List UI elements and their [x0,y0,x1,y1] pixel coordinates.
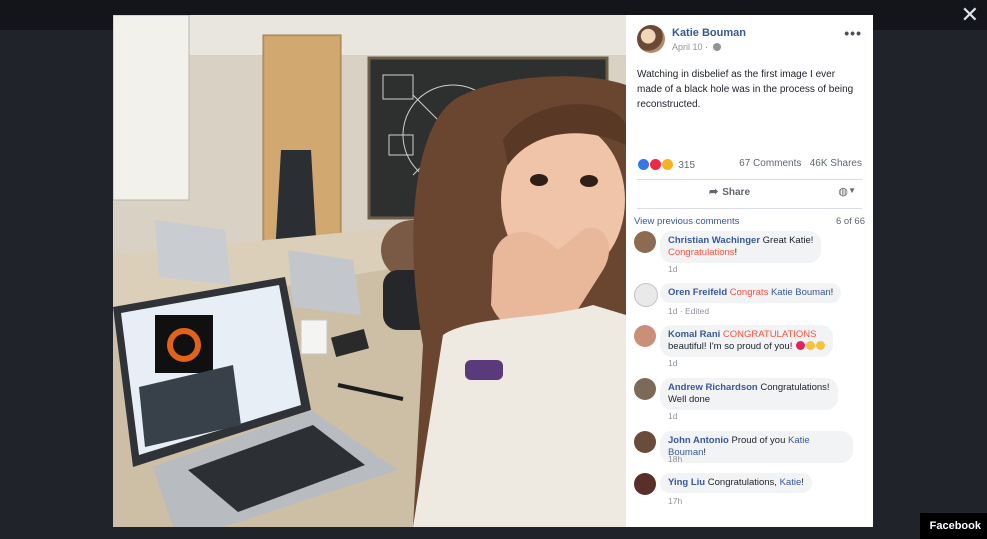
post-photo[interactable] [113,15,626,527]
comment-bubble: Ying Liu Congratulations, Katie! [660,473,812,493]
comments-count[interactable]: 67 Comments [739,158,801,169]
post-counts: 67 Comments 46K Shares [739,158,862,169]
action-bar: ➦ Share ◍ ▼ [637,183,862,205]
commenter-avatar[interactable] [634,378,656,400]
comment-text: beautiful! I'm so proud of you! [668,341,793,352]
author-name[interactable]: Katie Bouman [672,27,746,39]
comment-text-line2: Well done [668,394,711,405]
comment-time[interactable]: 1d [668,264,677,274]
comment-time[interactable]: 18h [668,454,682,464]
commenter-name[interactable]: John Antonio [668,435,729,446]
commenter-name[interactable]: Christian Wachinger [668,235,760,246]
share-label: Share [722,187,751,198]
comment-text: Proud of you [731,435,786,446]
share-button[interactable]: ➦ Share [709,185,750,198]
more-options-icon[interactable]: ••• [844,25,862,41]
comment-mention[interactable]: Katie [780,477,802,488]
love-icon[interactable] [648,158,662,171]
heart-icon [795,341,805,350]
comment-bubble: Christian Wachinger Great Katie! Congrat… [660,231,822,263]
commenter-name[interactable]: Komal Rani [668,329,720,340]
commenter-name[interactable]: Andrew Richardson [668,382,758,393]
globe-icon [712,43,721,51]
wow-icon[interactable] [660,158,674,171]
commenter-name[interactable]: Oren Freifeld [668,287,727,298]
clap-icon [815,341,825,350]
share-icon: ➦ [709,186,719,198]
comment-mention[interactable]: Katie Bouman [771,287,831,298]
commenter-avatar[interactable] [634,473,656,495]
comment-text-tail: ! [801,477,804,488]
comment-highlight[interactable]: Congrats [730,287,769,298]
post-header: Katie Bouman April 10 · ••• [637,25,862,59]
post-stats: 315 67 Comments 46K Shares [637,158,862,174]
comment-bubble: Komal Rani CONGRATULATIONS beautiful! I'… [660,325,833,357]
comment-time[interactable]: 1d [668,358,677,368]
stats-divider [637,179,862,180]
post-meta: April 10 · [672,42,721,52]
photo-illustration [113,15,626,527]
chevron-down-icon[interactable]: ▼ [848,186,856,195]
view-previous-comments[interactable]: View previous comments [634,216,739,227]
comment-text: Congratulations! [760,382,830,393]
comments-pagination: 6 of 66 [835,216,865,227]
audience-globe-icon[interactable]: ◍ [838,185,848,198]
clap-icon [805,341,815,350]
comment-text-tail: ! [830,287,834,298]
comment-text: Great Katie! [762,235,814,246]
post-date[interactable]: April 10 [672,42,703,52]
author-avatar[interactable] [637,25,665,53]
post-sidebar: Katie Bouman April 10 · ••• Watching in … [626,15,873,527]
commenter-avatar[interactable] [634,431,656,453]
comment-text-tail: ! [734,247,738,258]
facebook-watermark: Facebook [919,513,987,539]
comment-bubble: Oren Freifeld Congrats Katie Bouman! [660,283,842,303]
commenter-avatar[interactable] [634,231,656,253]
commenter-name[interactable]: Ying Liu [668,477,705,488]
commenter-avatar[interactable] [634,283,658,307]
comment-bubble: Andrew Richardson Congratulations! Well … [660,378,838,410]
shares-count[interactable]: 46K Shares [810,158,862,169]
comment-text-tail: ! [703,447,707,458]
comment-highlight[interactable]: Congratulations [668,247,735,258]
comment-time[interactable]: 1d [668,411,677,421]
commenter-avatar[interactable] [634,325,656,347]
action-divider [637,208,862,209]
comment-text: Congratulations, [707,477,777,488]
comment-time[interactable]: 1d · Edited [668,306,709,316]
comment-time[interactable]: 17h [668,496,682,506]
reaction-count[interactable]: 315 [678,160,695,171]
post-text: Watching in disbelief as the first image… [637,69,854,110]
comment-bubble: John Antonio Proud of you Katie Bouman! [660,431,853,463]
comment-highlight[interactable]: CONGRATULATIONS [723,329,817,340]
close-icon[interactable]: ✕ [961,4,979,26]
